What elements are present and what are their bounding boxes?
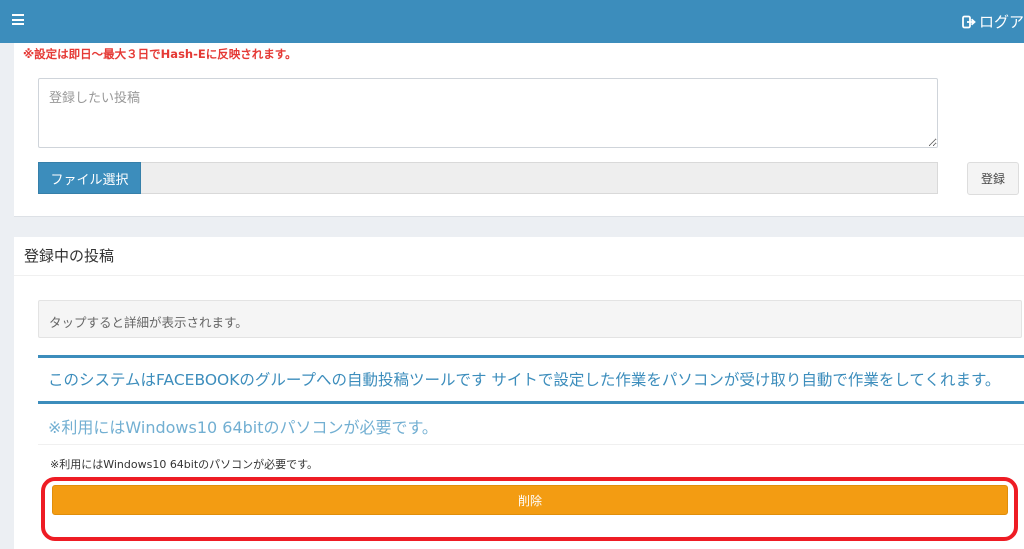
post-item-body: ※利用にはWindows10 64bitのパソコンが必要です。 xyxy=(50,458,319,471)
post-item-title: このシステムはFACEBOOKのグループへの自動投稿ツールです サイトで設定した… xyxy=(48,371,1001,389)
register-button[interactable]: 登録 xyxy=(967,162,1019,195)
logout-link[interactable]: ログアウ xyxy=(962,11,1024,32)
sign-out-icon xyxy=(962,15,976,28)
logout-label: ログアウ xyxy=(979,13,1024,31)
file-name-field[interactable] xyxy=(141,162,938,194)
top-navbar xyxy=(0,0,1024,43)
post-item[interactable]: ※利用にはWindows10 64bitのパソコンが必要です。 xyxy=(38,401,1024,445)
post-textarea[interactable] xyxy=(38,78,938,148)
panel-header xyxy=(14,237,1024,276)
sync-notice: ※設定は即日〜最大３日でHash-Eに反映されます。 xyxy=(23,47,297,61)
file-select-button[interactable]: ファイル選択 xyxy=(38,162,141,194)
tap-hint-text: タップすると詳細が表示されます。 xyxy=(38,300,1022,338)
post-item-title: ※利用にはWindows10 64bitのパソコンが必要です。 xyxy=(48,418,438,437)
panel-title: 登録中の投稿 xyxy=(24,247,115,265)
hamburger-menu-icon[interactable] xyxy=(12,14,24,25)
delete-button[interactable]: 削除 xyxy=(52,485,1008,515)
post-item[interactable]: このシステムはFACEBOOKのグループへの自動投稿ツールです サイトで設定した… xyxy=(38,355,1024,399)
